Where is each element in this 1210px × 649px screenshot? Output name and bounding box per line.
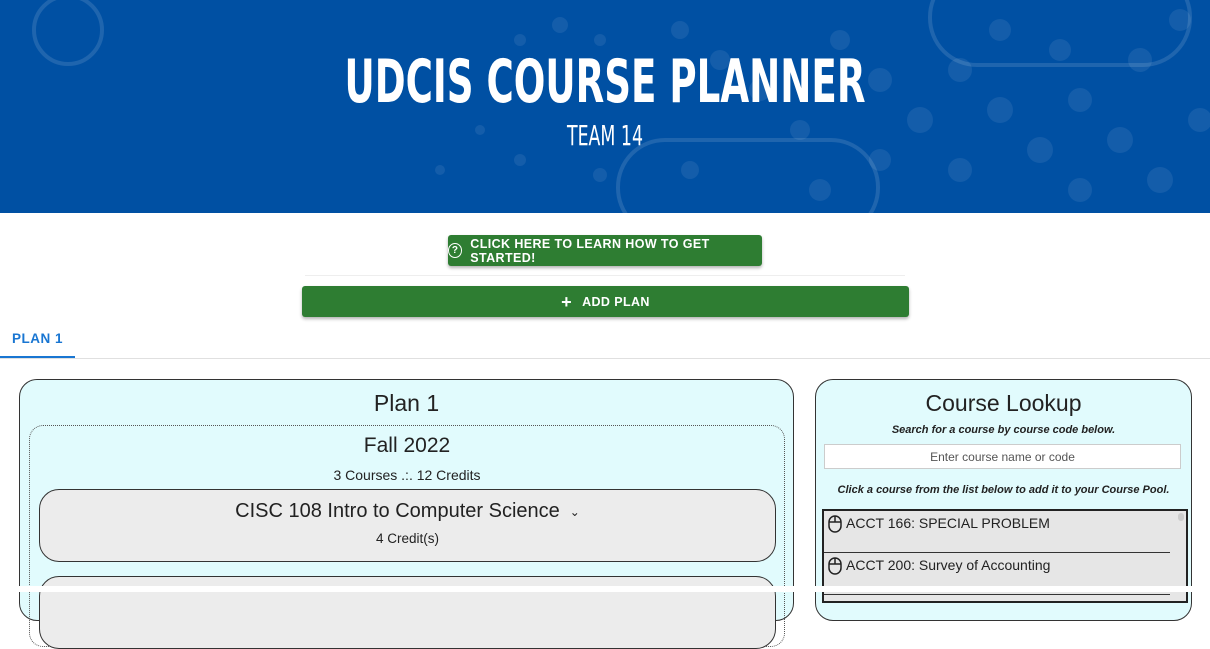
add-plan-label: ADD PLAN	[582, 294, 650, 309]
plan-tabs: PLAN 1	[0, 320, 1210, 359]
lookup-title: Course Lookup	[925, 390, 1082, 416]
mouse-icon	[828, 515, 842, 533]
semester-title: Fall 2022	[363, 434, 451, 457]
course-list-label: ACCT 166: SPECIAL PROBLEM	[846, 515, 1050, 531]
app-title: UDCIS COURSE PLANNER	[344, 47, 866, 117]
tab-plan-1[interactable]: PLAN 1	[0, 320, 75, 358]
help-button[interactable]: ? CLICK HERE TO LEARN HOW TO GET STARTED…	[448, 235, 762, 266]
course-search-input[interactable]	[824, 444, 1181, 469]
plan-panel: Plan 1 Fall 2022 3 Courses .:. 12 Credit…	[19, 379, 794, 649]
list-item[interactable]: ACCT 166: SPECIAL PROBLEM	[824, 511, 1170, 553]
plan-title: Plan 1	[373, 390, 440, 416]
lookup-hint: Click a course from the list below to ad…	[837, 484, 1170, 496]
page-bottom-edge	[0, 586, 1210, 592]
course-list-label: ACCT 200: Survey of Accounting	[846, 557, 1051, 573]
semester-summary: 3 Courses .:. 12 Credits	[333, 467, 481, 483]
help-button-label: CLICK HERE TO LEARN HOW TO GET STARTED!	[470, 236, 710, 265]
course-card[interactable]: CISC 108 Intro to Computer Science ⌄ 4 C…	[39, 489, 776, 562]
course-name-row: CISC 108 Intro to Computer Science ⌄	[40, 500, 775, 523]
add-plan-button[interactable]: + ADD PLAN	[302, 286, 909, 317]
divider	[305, 275, 905, 276]
lookup-description: Search for a course by course code below…	[891, 424, 1116, 436]
plus-icon: +	[561, 291, 573, 312]
team-subtitle: TEAM 14	[566, 119, 644, 152]
course-credits: 4 Credit(s)	[375, 531, 439, 546]
course-lookup-panel: Course Lookup Search for a course by cou…	[815, 379, 1192, 621]
semester-block: Fall 2022 3 Courses .:. 12 Credits CISC …	[29, 425, 785, 649]
course-name: CISC 108 Intro to Computer Science	[235, 500, 560, 522]
header-banner: UDCIS COURSE PLANNER TEAM 14	[0, 0, 1210, 213]
list-scrollbar[interactable]	[1178, 513, 1184, 521]
mouse-icon	[828, 557, 842, 575]
chevron-down-icon[interactable]: ⌄	[570, 505, 580, 519]
help-circle-icon: ?	[448, 243, 463, 258]
